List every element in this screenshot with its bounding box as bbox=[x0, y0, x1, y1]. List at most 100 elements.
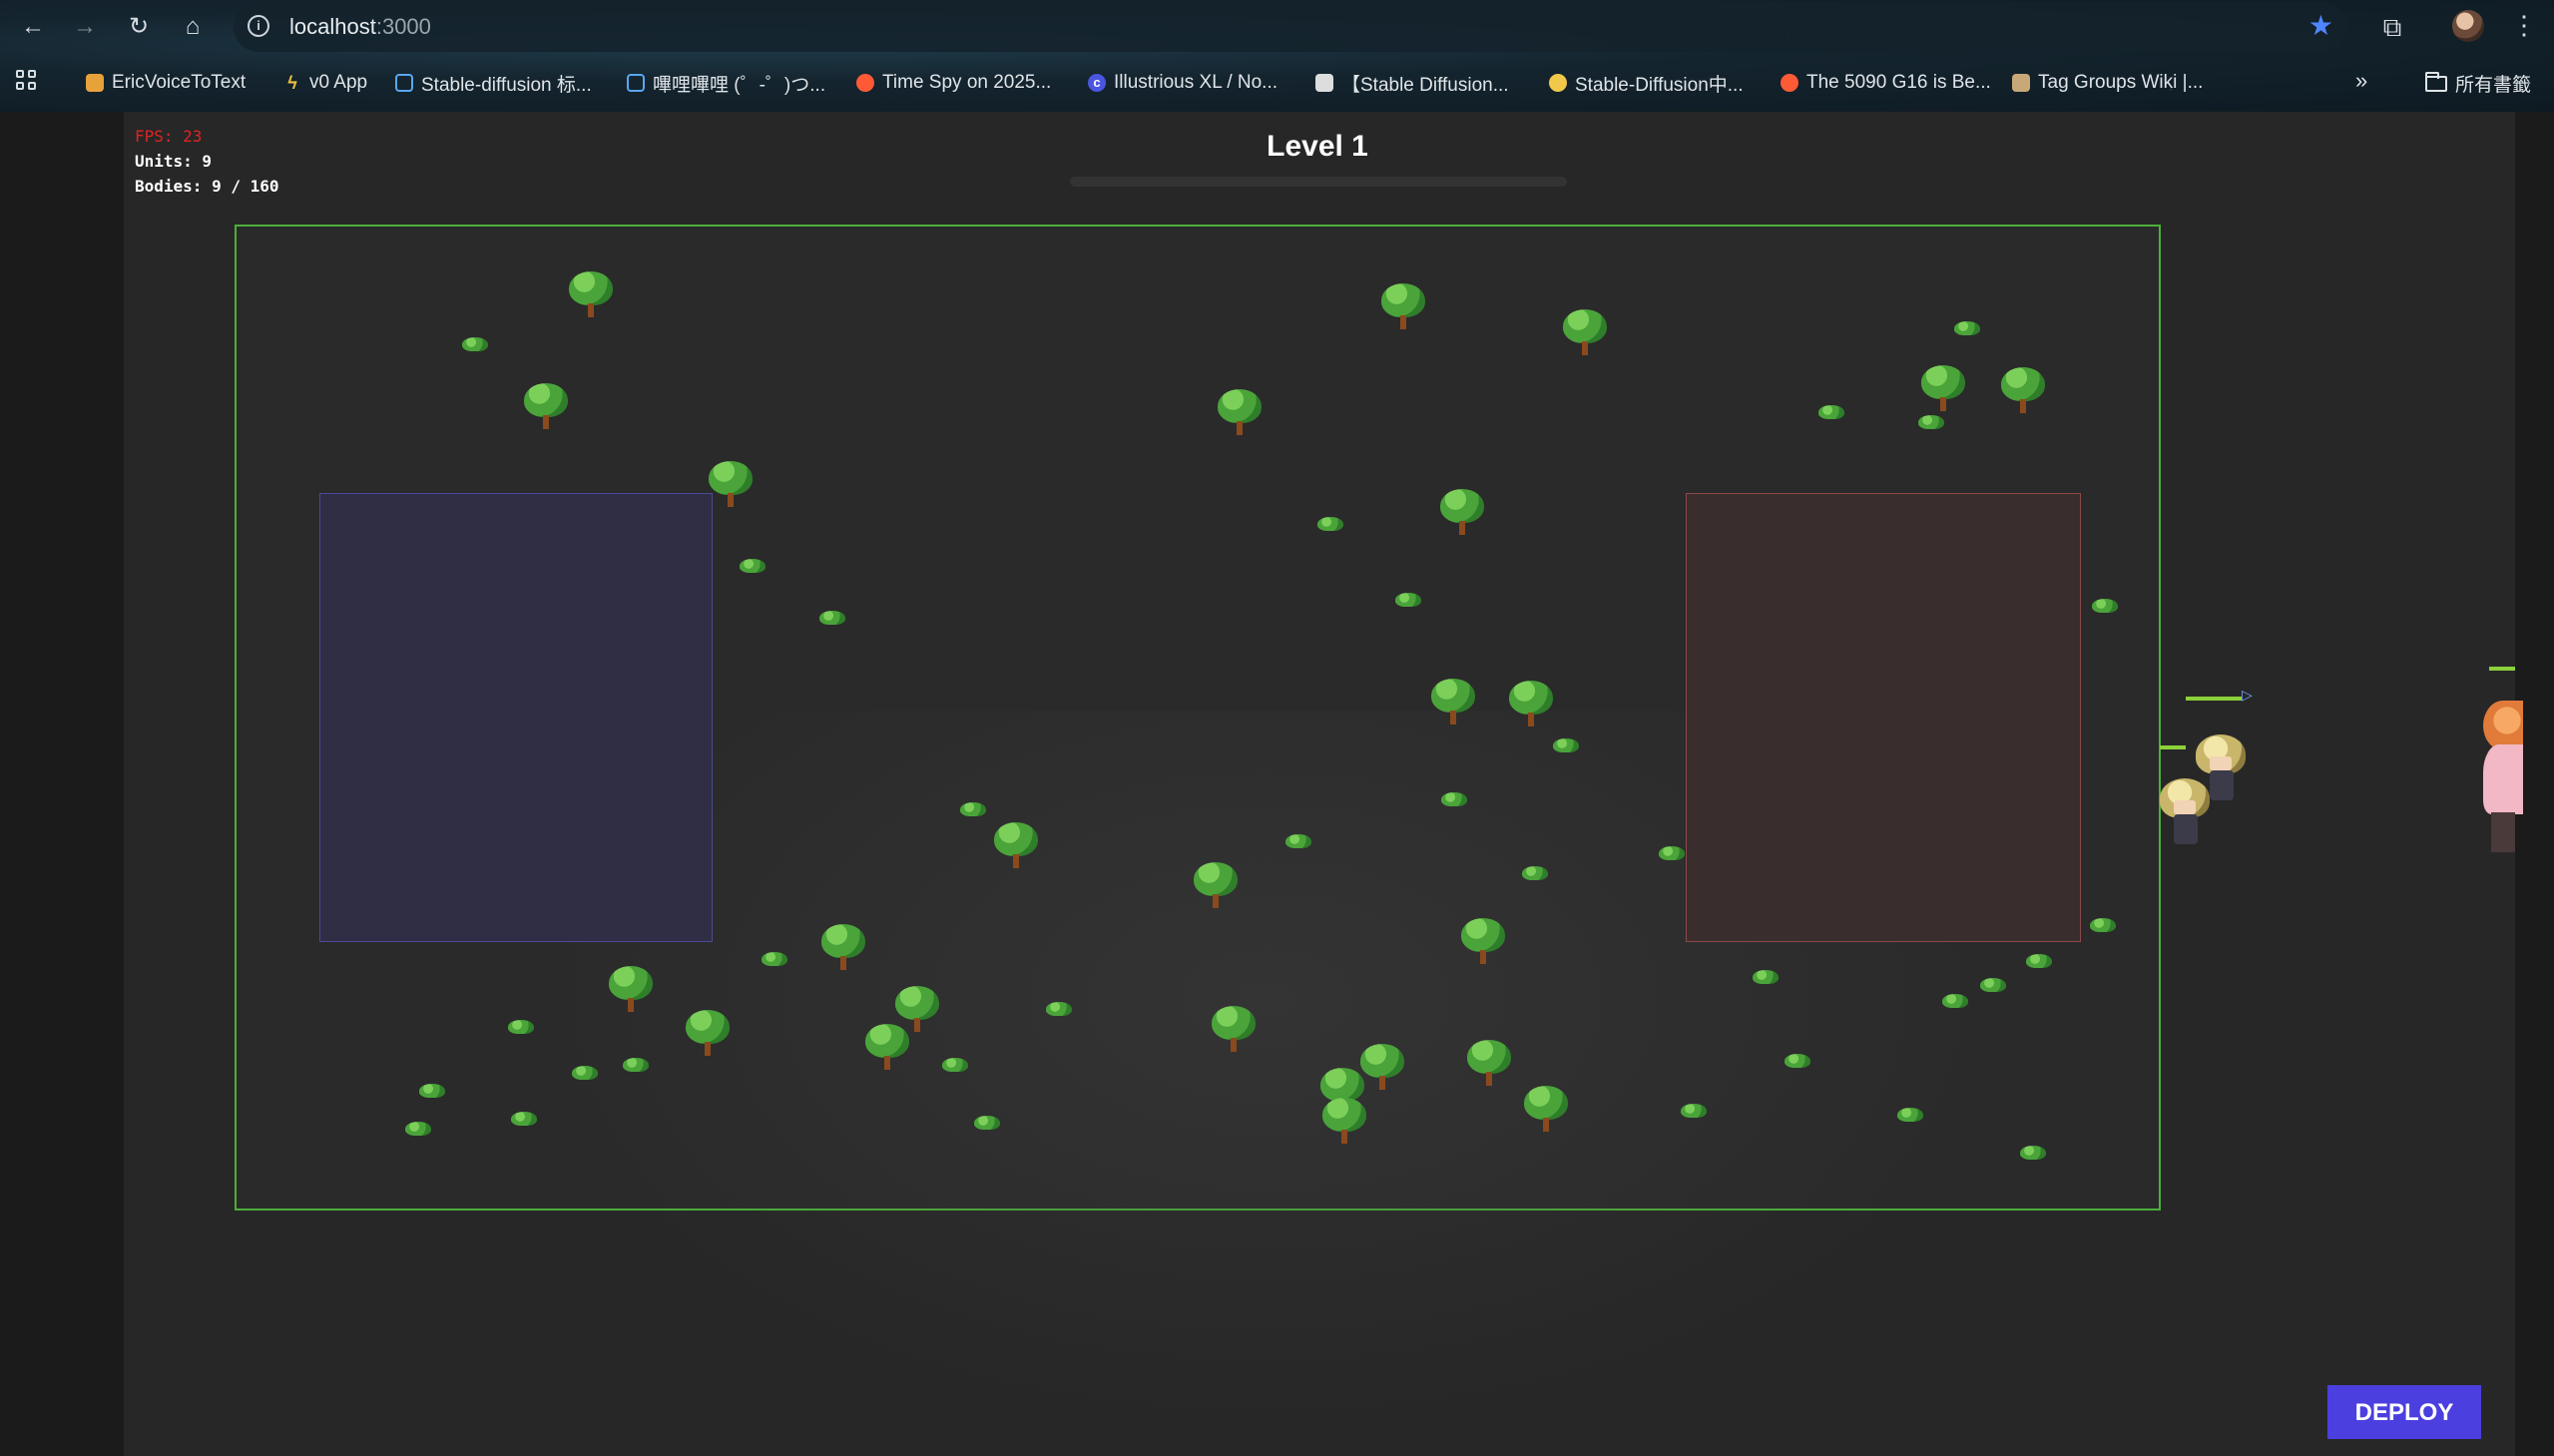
bookmark-label: Stable-Diffusion中... bbox=[1575, 74, 1744, 96]
forward-icon[interactable]: → bbox=[68, 10, 102, 44]
url-port: :3000 bbox=[375, 14, 431, 39]
bookmark-label: v0 App bbox=[309, 72, 368, 93]
units-counter: Units: 9 bbox=[135, 152, 213, 171]
tree-sprite bbox=[1467, 1040, 1511, 1088]
enemy-deploy-zone bbox=[1686, 493, 2081, 942]
bookmark-item[interactable]: Tag Groups Wiki |... bbox=[2012, 70, 2203, 96]
level-title: Level 1 bbox=[1267, 130, 1368, 163]
bush-sprite bbox=[1046, 1002, 1072, 1016]
bookmark-label: EricVoiceToText bbox=[112, 72, 247, 93]
browser-menu-icon[interactable]: ⋮ bbox=[2511, 8, 2537, 42]
tree-sprite bbox=[1431, 679, 1475, 727]
bush-sprite bbox=[1785, 1054, 1810, 1068]
tree-sprite bbox=[686, 1010, 730, 1058]
bookmark-label: The 5090 G16 is Be... bbox=[1806, 72, 1991, 93]
bush-sprite bbox=[2092, 599, 2118, 613]
tree-sprite bbox=[1524, 1086, 1568, 1134]
tree-sprite bbox=[1440, 489, 1484, 537]
reload-icon[interactable]: ↻ bbox=[122, 10, 156, 44]
bilibili-icon bbox=[627, 74, 645, 92]
player-unit[interactable] bbox=[2154, 778, 2216, 848]
bookmark-item[interactable]: 【Stable Diffusion... bbox=[1315, 70, 1509, 96]
bookmark-label: Illustrious XL / No... bbox=[1114, 72, 1278, 93]
tree-sprite bbox=[1212, 1006, 1256, 1054]
bookmark-label: Stable-diffusion 标... bbox=[421, 74, 592, 96]
tree-sprite bbox=[821, 924, 865, 972]
bush-sprite bbox=[462, 337, 488, 351]
home-icon[interactable]: ⌂ bbox=[176, 10, 210, 44]
tree-sprite bbox=[1360, 1044, 1404, 1092]
deploy-button[interactable]: DEPLOY bbox=[2327, 1385, 2481, 1439]
bush-sprite bbox=[1980, 978, 2006, 992]
fps-counter: FPS: 23 bbox=[135, 127, 203, 146]
bush-sprite bbox=[1942, 994, 1968, 1008]
tree-sprite bbox=[1563, 309, 1607, 357]
tree-sprite bbox=[865, 1024, 909, 1072]
bush-sprite bbox=[2026, 954, 2052, 968]
reddit-icon bbox=[856, 74, 874, 92]
bush-sprite bbox=[740, 559, 766, 573]
tree-sprite bbox=[1218, 389, 1262, 437]
bookmark-item[interactable]: Stable-Diffusion中... bbox=[1549, 70, 1744, 96]
profile-avatar[interactable] bbox=[2452, 10, 2484, 42]
emoji-icon bbox=[1549, 74, 1567, 92]
arrow-projectile-icon: ▷ bbox=[2242, 687, 2253, 703]
bush-sprite bbox=[942, 1058, 968, 1072]
unit-health-bar bbox=[2160, 745, 2186, 749]
extensions-icon[interactable]: ⧉ bbox=[2375, 10, 2409, 44]
tree-sprite bbox=[524, 383, 568, 431]
bush-sprite bbox=[1441, 792, 1467, 806]
tree-sprite bbox=[1461, 918, 1505, 966]
bush-sprite bbox=[1818, 405, 1844, 419]
level-progress-bar bbox=[1070, 177, 1567, 187]
bolt-icon: ϟ bbox=[287, 73, 297, 93]
bookmark-item[interactable]: The 5090 G16 is Be... bbox=[1781, 70, 1991, 96]
layers-icon bbox=[86, 74, 104, 92]
all-bookmarks-folder[interactable]: 所有書籤 bbox=[2425, 70, 2531, 97]
address-bar[interactable]: i localhost:3000 ★ bbox=[234, 2, 2347, 52]
bush-sprite bbox=[508, 1020, 534, 1034]
bush-sprite bbox=[1395, 593, 1421, 607]
bookmark-item[interactable]: Stable-diffusion 标... bbox=[395, 70, 592, 96]
bookmark-label: Time Spy on 2025... bbox=[882, 72, 1052, 93]
url-text[interactable]: localhost:3000 bbox=[289, 14, 431, 40]
bush-sprite bbox=[1753, 970, 1779, 984]
bookmark-item[interactable]: c Illustrious XL / No... bbox=[1088, 70, 1277, 96]
tree-sprite bbox=[1194, 862, 1238, 910]
more-bookmarks-icon[interactable]: » bbox=[2355, 68, 2367, 94]
bookmark-label: 【Stable Diffusion... bbox=[1341, 74, 1509, 96]
bookmark-item[interactable]: 嗶哩嗶哩 (゜-゜)つ... bbox=[627, 70, 825, 96]
tree-sprite bbox=[1381, 283, 1425, 331]
bush-sprite bbox=[960, 802, 986, 816]
bookmark-label: 嗶哩嗶哩 (゜-゜)つ... bbox=[653, 74, 826, 96]
apps-grid-icon[interactable] bbox=[16, 70, 40, 94]
tree-sprite bbox=[994, 822, 1038, 870]
bush-sprite bbox=[623, 1058, 649, 1072]
all-bookmarks-label: 所有書籤 bbox=[2455, 75, 2532, 96]
bush-sprite bbox=[1954, 321, 1980, 335]
bush-sprite bbox=[1285, 834, 1311, 848]
bookmark-item[interactable]: Time Spy on 2025... bbox=[856, 70, 1051, 96]
bush-sprite bbox=[405, 1122, 431, 1136]
bookmark-label: Tag Groups Wiki |... bbox=[2038, 72, 2204, 93]
bush-sprite bbox=[2020, 1146, 2046, 1160]
reddit-icon bbox=[1781, 74, 1798, 92]
bush-sprite bbox=[511, 1112, 537, 1126]
bush-sprite bbox=[1659, 846, 1685, 860]
back-icon[interactable]: ← bbox=[16, 10, 50, 44]
tree-sprite bbox=[2001, 367, 2045, 415]
player-deploy-zone[interactable] bbox=[319, 493, 713, 942]
bush-sprite bbox=[419, 1084, 445, 1098]
bush-sprite bbox=[1522, 866, 1548, 880]
enemy-unit[interactable] bbox=[2477, 701, 2523, 870]
page-content: FPS: 23 Units: 9 Bodies: 9 / 160 Level 1 bbox=[0, 112, 2554, 1456]
civitai-icon: c bbox=[1088, 74, 1106, 92]
bookmark-item[interactable]: ϟ v0 App bbox=[283, 70, 367, 96]
bush-sprite bbox=[974, 1116, 1000, 1130]
bookmark-star-icon[interactable]: ★ bbox=[2308, 11, 2333, 41]
tree-sprite bbox=[1509, 681, 1553, 728]
bush-sprite bbox=[1317, 517, 1343, 531]
book-icon bbox=[2012, 74, 2030, 92]
site-info-icon[interactable]: i bbox=[248, 15, 269, 37]
bookmark-item[interactable]: EricVoiceToText bbox=[86, 70, 246, 96]
